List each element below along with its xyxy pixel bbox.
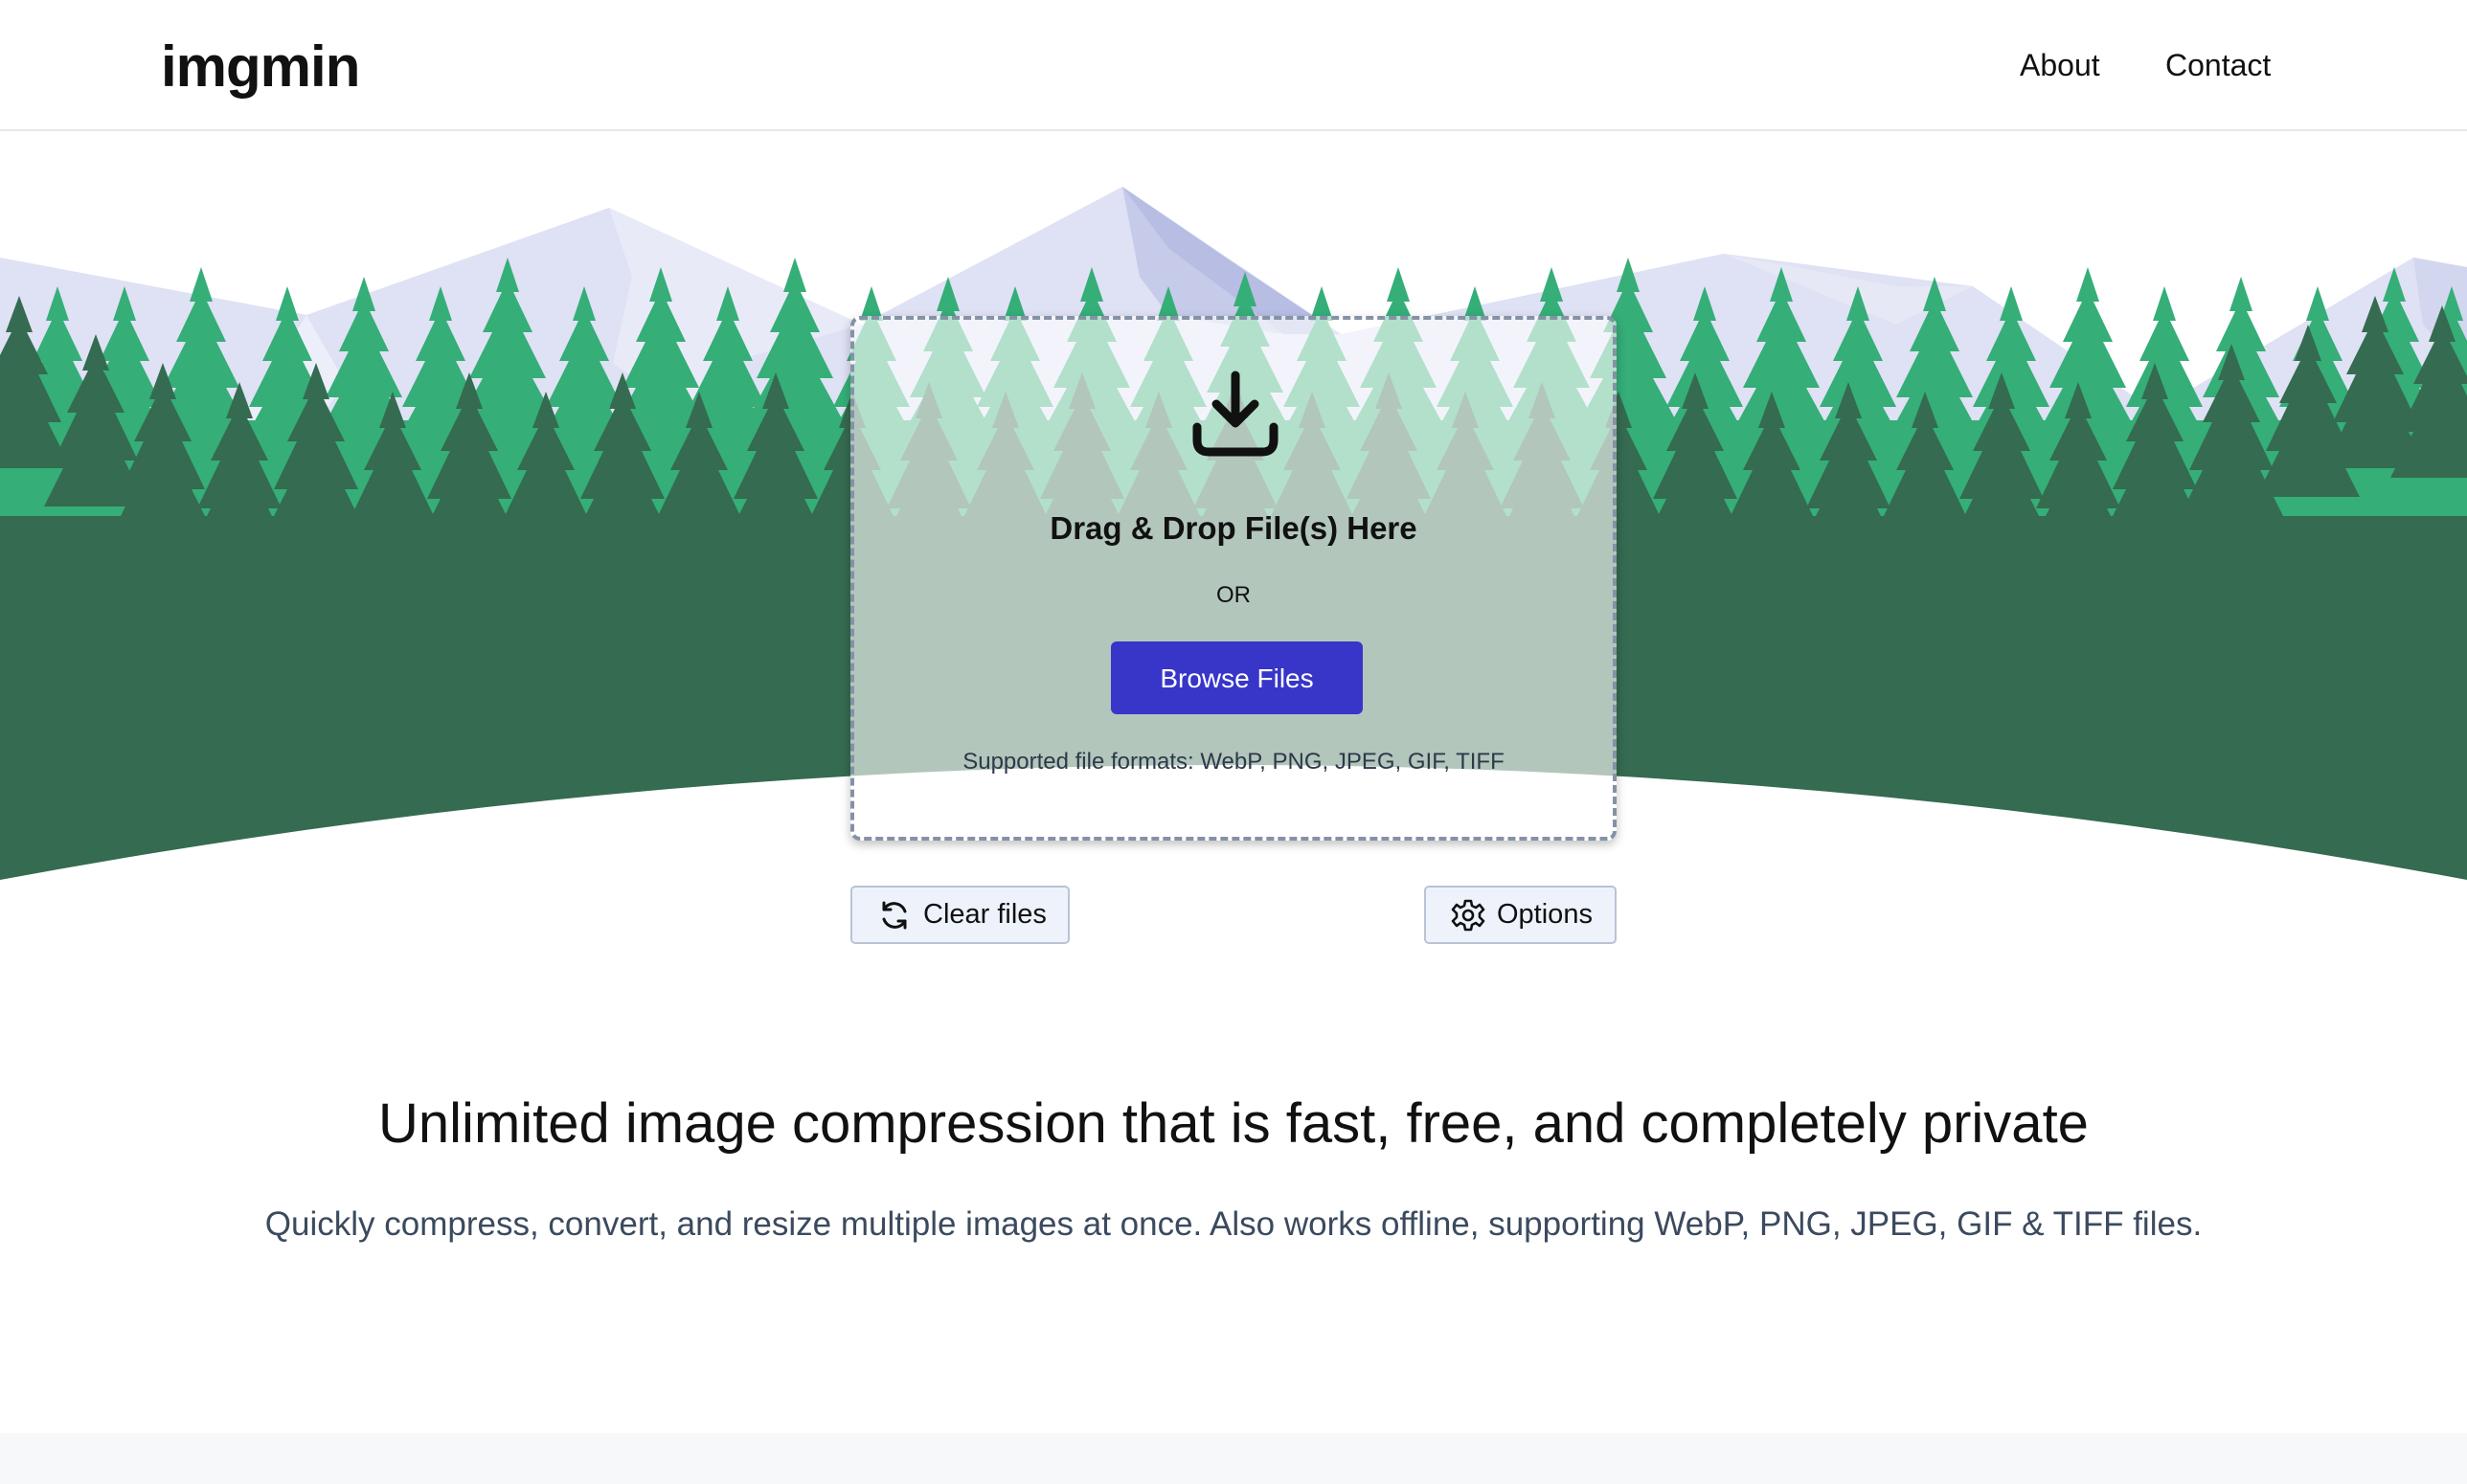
dropzone-title: Drag & Drop File(s) Here [1050, 510, 1417, 546]
refresh-icon [882, 901, 907, 929]
page-subheadline: Quickly compress, convert, and resize mu… [264, 1205, 2203, 1243]
nav-about-link[interactable]: About [2020, 44, 2100, 86]
nav-contact-link[interactable]: Contact [2165, 44, 2271, 86]
site-header: imgmin About Contact [0, 0, 2467, 131]
browse-files-button[interactable]: Browse Files [1111, 641, 1363, 714]
page-headline: Unlimited image compression that is fast… [378, 1091, 2089, 1155]
clear-files-label: Clear files [923, 899, 1047, 930]
gear-icon [1451, 899, 1485, 931]
clear-files-button[interactable]: Clear files [850, 886, 1070, 944]
download-icon [1192, 371, 1279, 457]
options-label: Options [1497, 899, 1593, 930]
supported-formats-text: Supported file formats: WebP, PNG, JPEG,… [962, 749, 1505, 775]
dropzone-or-label: OR [1216, 582, 1251, 608]
footer-band [0, 1433, 2467, 1484]
file-dropzone[interactable]: Drag & Drop File(s) Here OR Browse Files… [850, 316, 1617, 841]
site-logo[interactable]: imgmin [161, 29, 360, 105]
options-button[interactable]: Options [1424, 886, 1617, 944]
